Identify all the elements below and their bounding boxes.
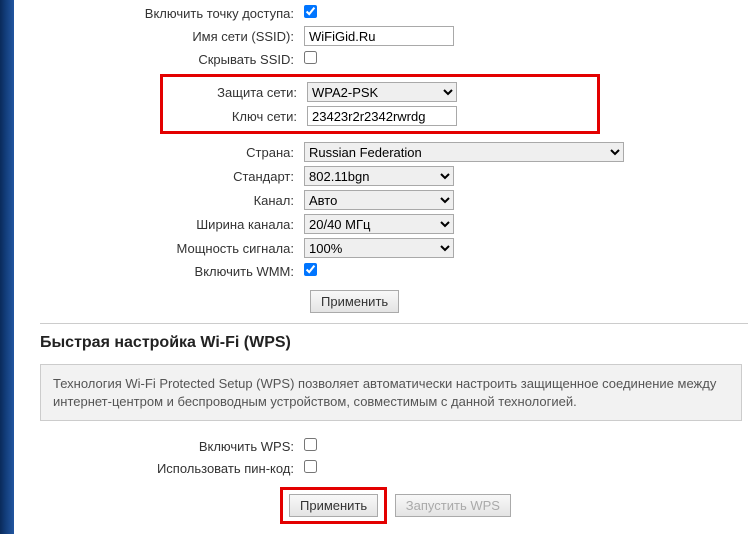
wps-pin-checkbox[interactable] (304, 460, 317, 473)
sidebar-rail (0, 0, 14, 534)
wps-pin-label: Использовать пин-код: (40, 457, 300, 479)
country-select[interactable]: Russian Federation (304, 142, 624, 162)
wps-enable-checkbox[interactable] (304, 438, 317, 451)
wps-info-box: Технология Wi-Fi Protected Setup (WPS) п… (40, 364, 742, 421)
country-label: Страна: (40, 140, 300, 164)
power-select[interactable]: 100% (304, 238, 454, 258)
radio-settings-form: Страна: Russian Federation Стандарт: 802… (40, 140, 628, 282)
content-area: Включить точку доступа: Имя сети (SSID):… (14, 0, 748, 534)
security-highlight-box: Защита сети: WPA2-PSK Ключ сети: (160, 74, 600, 134)
enable-ap-label: Включить точку доступа: (40, 2, 300, 24)
wps-apply-button[interactable]: Применить (289, 494, 378, 517)
wps-start-button: Запустить WPS (395, 494, 511, 517)
ssid-input[interactable] (304, 26, 454, 46)
standard-select[interactable]: 802.11bgn (304, 166, 454, 186)
power-label: Мощность сигнала: (40, 236, 300, 260)
wps-heading: Быстрая настройка Wi-Fi (WPS) (40, 334, 748, 352)
ap-settings-form: Включить точку доступа: Имя сети (SSID):… (40, 2, 458, 70)
wmm-label: Включить WMM: (40, 260, 300, 282)
hide-ssid-label: Скрывать SSID: (40, 48, 300, 70)
section-divider (40, 323, 748, 324)
ap-apply-button[interactable]: Применить (310, 290, 399, 313)
width-label: Ширина канала: (40, 212, 300, 236)
security-select[interactable]: WPA2-PSK (307, 82, 457, 102)
channel-label: Канал: (40, 188, 300, 212)
standard-label: Стандарт: (40, 164, 300, 188)
wmm-checkbox[interactable] (304, 263, 317, 276)
key-label: Ключ сети: (165, 104, 303, 128)
wps-settings-form: Включить WPS: Использовать пин-код: (40, 435, 321, 479)
hide-ssid-checkbox[interactable] (304, 51, 317, 64)
channel-select[interactable]: Авто (304, 190, 454, 210)
enable-ap-checkbox[interactable] (304, 5, 317, 18)
security-label: Защита сети: (165, 80, 303, 104)
wps-apply-highlight: Применить (280, 487, 387, 524)
width-select[interactable]: 20/40 МГц (304, 214, 454, 234)
ssid-label: Имя сети (SSID): (40, 24, 300, 48)
key-input[interactable] (307, 106, 457, 126)
wps-enable-label: Включить WPS: (40, 435, 300, 457)
